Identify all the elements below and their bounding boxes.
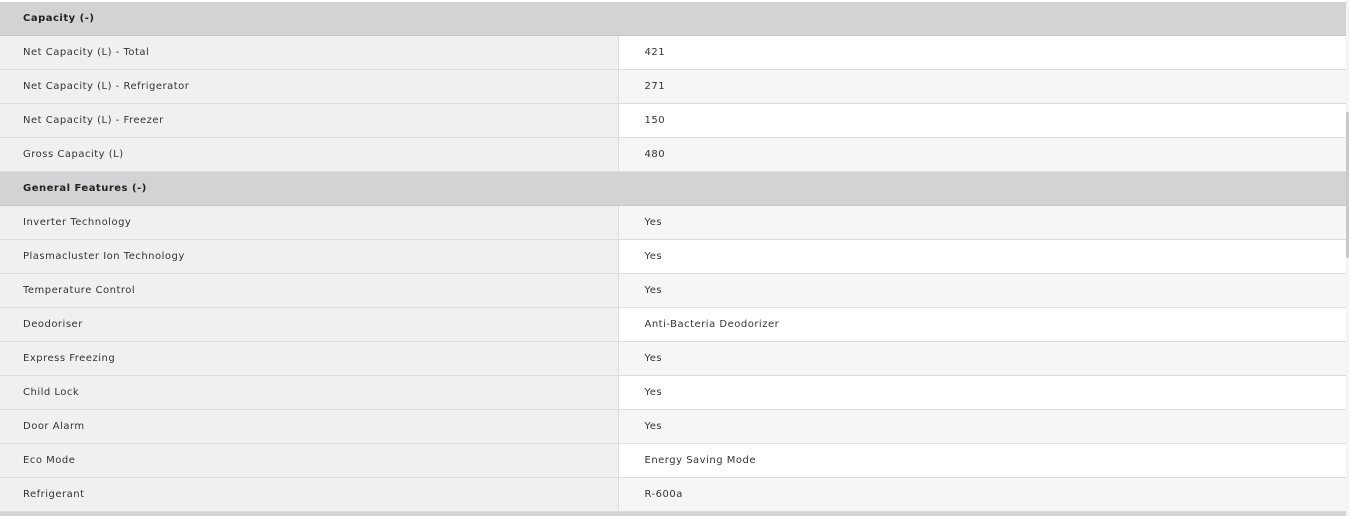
spec-label: Net Capacity (L) - Total — [0, 35, 619, 70]
section-title[interactable]: General Features (-) — [0, 171, 1347, 206]
spec-label: Eco Mode — [0, 443, 619, 478]
table-bottom-border — [0, 512, 1346, 516]
spec-label: Door Alarm — [0, 409, 619, 444]
spec-label: Net Capacity (L) - Freezer — [0, 103, 619, 138]
spec-value: 480 — [618, 137, 1347, 172]
spec-label: Refrigerant — [0, 477, 619, 512]
spec-row-door-alarm: Door Alarm Yes — [0, 409, 1347, 444]
spec-label: Deodoriser — [0, 307, 619, 342]
spec-label: Inverter Technology — [0, 205, 619, 240]
spec-row-temperature-control: Temperature Control Yes — [0, 273, 1347, 308]
spec-row-express-freezing: Express Freezing Yes — [0, 341, 1347, 376]
spec-row-eco-mode: Eco Mode Energy Saving Mode — [0, 443, 1347, 478]
spec-value: 421 — [618, 35, 1347, 70]
specifications-table: Capacity (-) Net Capacity (L) - Total 42… — [0, 2, 1347, 512]
spec-value: 150 — [618, 103, 1347, 138]
section-header-capacity[interactable]: Capacity (-) — [0, 2, 1347, 36]
spec-value: Yes — [618, 239, 1347, 274]
spec-row-net-capacity-total: Net Capacity (L) - Total 421 — [0, 35, 1347, 70]
spec-row-deodoriser: Deodoriser Anti-Bacteria Deodorizer — [0, 307, 1347, 342]
spec-label: Express Freezing — [0, 341, 619, 376]
spec-label: Net Capacity (L) - Refrigerator — [0, 69, 619, 104]
spec-value: Yes — [618, 375, 1347, 410]
spec-value: Yes — [618, 205, 1347, 240]
spec-label: Temperature Control — [0, 273, 619, 308]
spec-value: R-600a — [618, 477, 1347, 512]
spec-label: Gross Capacity (L) — [0, 137, 619, 172]
spec-label: Plasmacluster Ion Technology — [0, 239, 619, 274]
spec-value: Anti-Bacteria Deodorizer — [618, 307, 1347, 342]
spec-value: Yes — [618, 341, 1347, 376]
spec-value: 271 — [618, 69, 1347, 104]
spec-value: Yes — [618, 409, 1347, 444]
spec-row-plasmacluster-ion-technology: Plasmacluster Ion Technology Yes — [0, 239, 1347, 274]
spec-row-refrigerant: Refrigerant R-600a — [0, 477, 1347, 512]
spec-row-inverter-technology: Inverter Technology Yes — [0, 205, 1347, 240]
spec-row-child-lock: Child Lock Yes — [0, 375, 1347, 410]
spec-row-net-capacity-refrigerator: Net Capacity (L) - Refrigerator 271 — [0, 69, 1347, 104]
section-title[interactable]: Capacity (-) — [0, 2, 1347, 36]
spec-label: Child Lock — [0, 375, 619, 410]
spec-value: Energy Saving Mode — [618, 443, 1347, 478]
spec-row-net-capacity-freezer: Net Capacity (L) - Freezer 150 — [0, 103, 1347, 138]
spec-value: Yes — [618, 273, 1347, 308]
spec-row-gross-capacity: Gross Capacity (L) 480 — [0, 137, 1347, 172]
section-header-general-features[interactable]: General Features (-) — [0, 171, 1347, 206]
